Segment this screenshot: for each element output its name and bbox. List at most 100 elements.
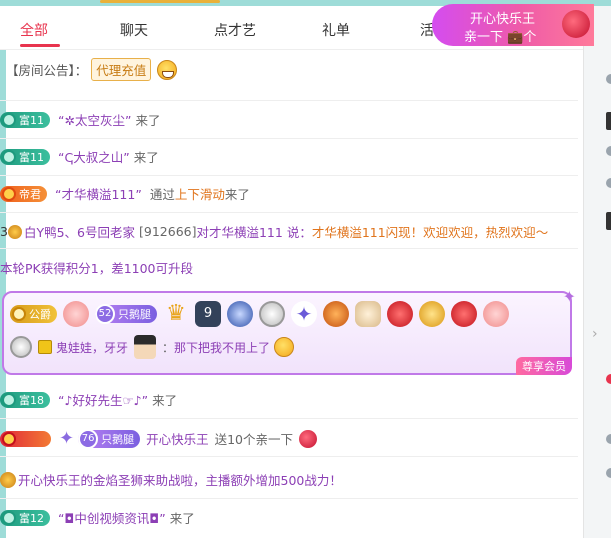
diamond-icon [2, 510, 16, 525]
sidebar-dark-icon[interactable] [606, 112, 611, 130]
room-notice: 【房间公告】： 代理充值 [2, 58, 585, 81]
noble-level-badge: 帝君 [0, 185, 47, 202]
rose-icon [299, 429, 318, 448]
system-message: 本轮PK获得积分1，差1100可升段 [0, 261, 193, 276]
star-badge-icon [227, 301, 253, 327]
user-nickname[interactable]: “ↅ大叔之山” [58, 147, 130, 166]
noble-level-badge [0, 430, 51, 447]
chevron-right-icon[interactable]: › [592, 326, 598, 342]
wealth-level-badge: 富18 [0, 391, 50, 408]
vip-tag: 尊享会员 [516, 357, 572, 375]
management-icon [38, 340, 52, 354]
star-medal-icon [10, 336, 32, 358]
diamond-icon [2, 112, 16, 127]
sidebar-dot-icon[interactable] [606, 468, 611, 478]
gift-text: 送10个亲一下 [214, 432, 294, 447]
enter-text: 来了 [135, 113, 161, 128]
notice-tag[interactable]: 代理充值 [91, 58, 152, 81]
diamond-icon [2, 392, 16, 407]
list-item: 富11 “✲太空灰尘” 来了 [0, 110, 583, 129]
fan-club-name: 只鹅腿 [101, 432, 135, 446]
gift-banner-sender: 开心快乐王 [470, 12, 536, 27]
fan-club-badge: 76 只鹅腿 [78, 428, 141, 449]
lion-head-badge-icon [419, 301, 445, 327]
heart-flame-badge-icon [387, 301, 413, 327]
grin-emoji-icon [157, 59, 178, 80]
spiral-badge-icon [259, 301, 285, 327]
tab-all[interactable]: 全部 [20, 20, 48, 40]
user-nickname[interactable]: 白Y鸭5、6号回老家 [24, 222, 135, 241]
sidebar-dark-icon[interactable] [606, 212, 611, 230]
star-icon: ✦ [59, 428, 75, 449]
message-text: 那下把我不用上了 [174, 340, 271, 355]
tab-gift-list[interactable]: 礼单 [322, 20, 350, 40]
sidebar-red-icon[interactable] [606, 374, 611, 384]
noble-rank-text: 公爵 [29, 308, 51, 321]
divider [0, 212, 578, 213]
record-badge-icon [451, 301, 477, 327]
divider [0, 418, 578, 419]
sidebar-dot-icon[interactable] [606, 178, 611, 188]
divider [0, 456, 578, 457]
active-tab-indicator [20, 44, 60, 47]
list-item: 本轮PK获得积分1，差1100可升段 [0, 258, 583, 277]
list-item: ✦ 76 只鹅腿 开心快乐王 送10个亲一下 [0, 428, 583, 449]
wealth-level-text: 富11 [19, 150, 44, 164]
list-item: 富12 “◘中创视频资讯◘” 来了 [0, 508, 583, 527]
divider [0, 100, 578, 101]
thinking-emoji-icon [274, 337, 295, 357]
user-nickname[interactable]: 开心快乐王 [146, 429, 209, 448]
list-item: 3 白Y鸭5、6号回老家 [912666] 对才华横溢111 说： 才华横溢11… [0, 222, 583, 241]
fan-club-badge: 52 只鹅腿 [95, 304, 157, 324]
notice-label: 【房间公告】： [6, 63, 88, 78]
colon-text: ： [162, 340, 175, 355]
gift-banner-gift: 亲一下 💼个 [464, 30, 537, 45]
list-item: 富11 “ↅ大叔之山” 来了 [0, 147, 583, 166]
badge-row: 公爵 52 只鹅腿 ♛ 9 ✦ [10, 301, 515, 327]
message-prefix: 3 [0, 224, 8, 239]
gift-banner[interactable]: 开心快乐王 亲一下 💼个 [432, 4, 594, 46]
tab-talent[interactable]: 点才艺 [214, 20, 256, 40]
tab-chat[interactable]: 聊天 [120, 20, 148, 40]
divider [0, 248, 578, 249]
vip-message-card: ✦ 公爵 52 只鹅腿 ♛ 9 ✦ 鬼娃娃，牙牙 ： 那下把我不用上了 尊享会员 [2, 287, 576, 375]
enter-text: 来了 [152, 393, 178, 408]
sidebar-dot-icon[interactable] [606, 74, 611, 84]
wealth-level-badge: 富11 [0, 111, 50, 128]
list-item: 开心快乐王的金焰圣狮来助战啦，主播额外增加500战力！ [0, 470, 583, 489]
user-nickname[interactable]: 鬼娃娃，牙牙 [56, 339, 128, 356]
wealth-level-text: 富18 [19, 393, 44, 407]
diamond-icon [2, 149, 16, 164]
four-point-star-icon: ✦ [291, 301, 317, 327]
lion-badge-icon [323, 301, 349, 327]
noble-rank-badge: 公爵 [10, 305, 57, 323]
sidebar-dot-icon[interactable] [606, 146, 611, 156]
user-nickname[interactable]: “才华横溢111” [55, 184, 142, 203]
room-id: [912666] [139, 224, 197, 239]
wealth-level-text: 富12 [19, 511, 44, 525]
divider [0, 175, 578, 176]
via-text: 通过 [149, 187, 175, 202]
crown-badge-icon: ♛ [166, 301, 186, 326]
enter-text: 来了 [133, 150, 159, 165]
sparkle-icon: ✦ [562, 287, 576, 306]
top-gold-strip [100, 0, 220, 3]
wealth-level-badge: 富12 [0, 509, 50, 526]
avatar[interactable] [134, 335, 157, 359]
hexagon-badge-icon [355, 301, 381, 327]
wealth-level-badge: 富11 [0, 148, 50, 165]
crown-icon [12, 307, 26, 321]
shield-badge-icon: 9 [195, 301, 221, 327]
user-nickname[interactable]: “♪好好先生☞♪” [58, 390, 148, 409]
user-nickname[interactable]: “◘中创视频资讯◘” [58, 508, 166, 527]
pink-heart-badge-icon [483, 301, 509, 327]
fan-level-number: 52 [95, 304, 115, 324]
rose-icon [562, 10, 590, 38]
fan-club-name: 只鹅腿 [118, 308, 151, 321]
user-nickname[interactable]: “✲太空灰尘” [58, 110, 131, 129]
right-sidebar: › [583, 6, 611, 538]
via-highlight: 上下滑动 [174, 187, 225, 202]
sidebar-dot-icon[interactable] [606, 434, 611, 444]
divider [0, 138, 578, 139]
message-target: 对才华横溢111 说： [196, 225, 312, 240]
